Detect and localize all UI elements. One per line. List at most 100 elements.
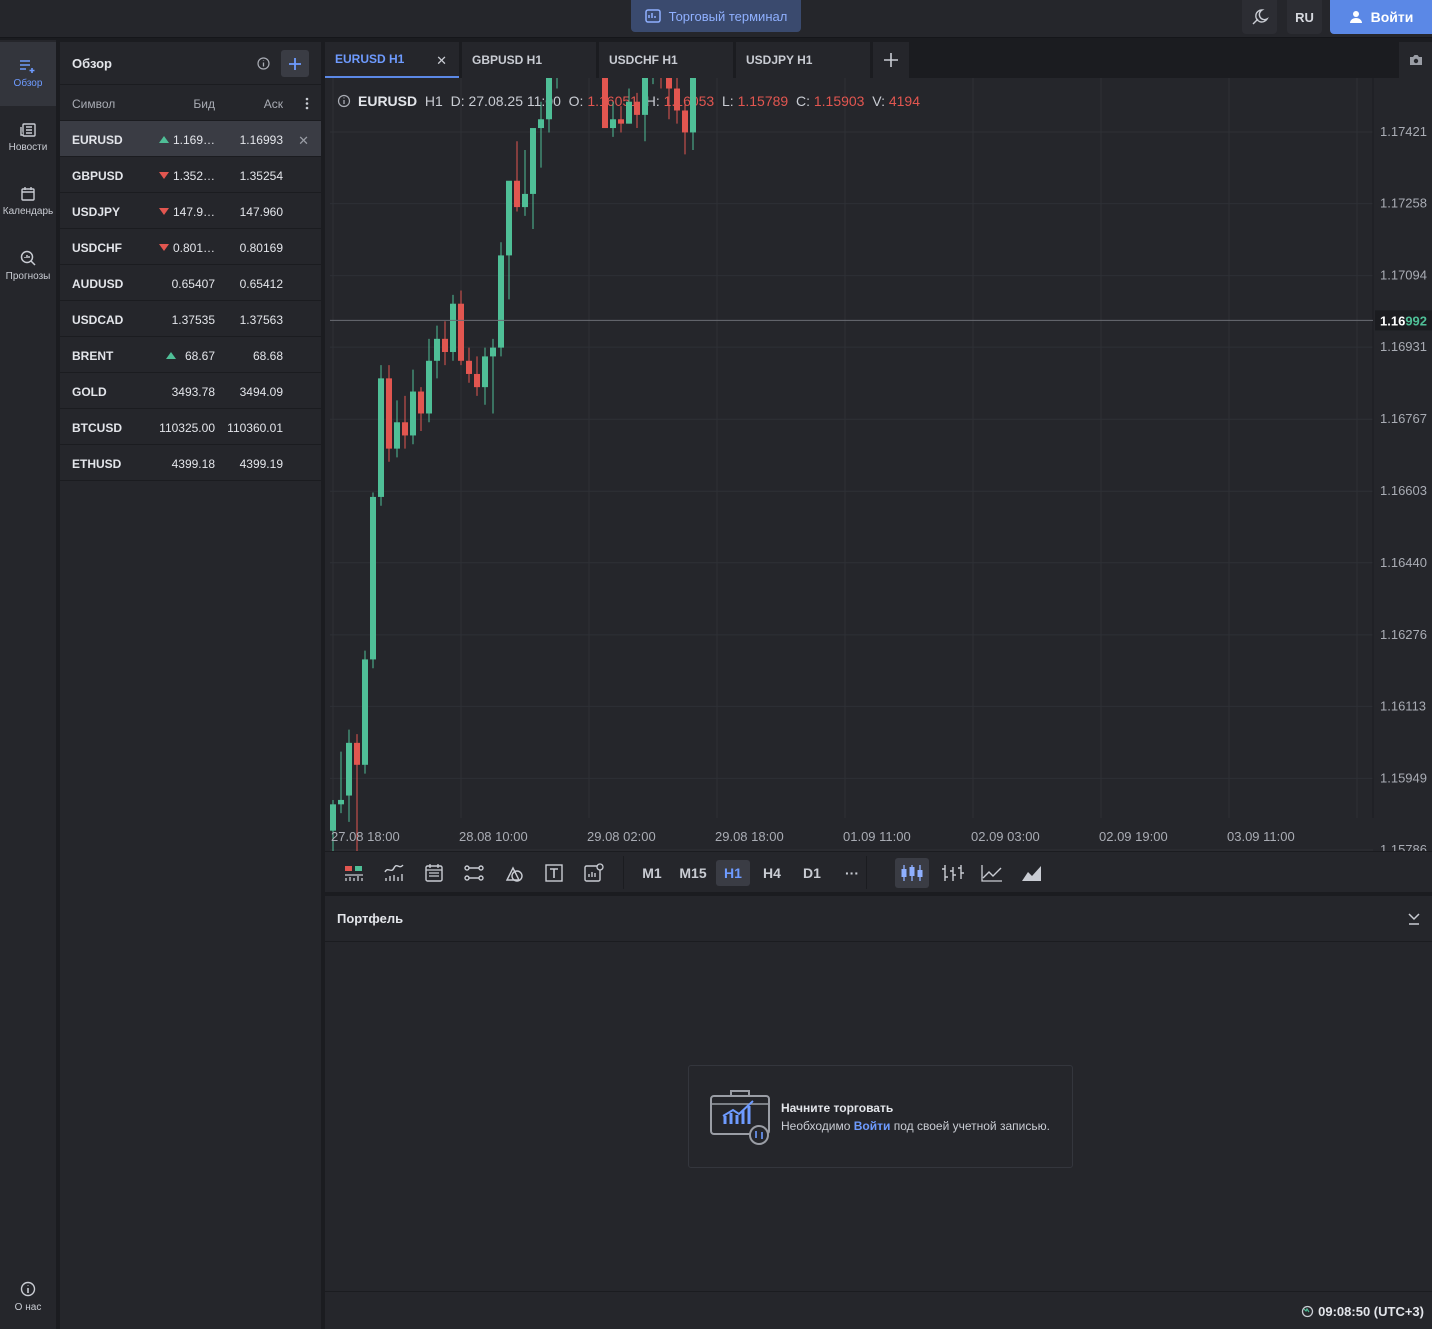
text-tool-icon[interactable] [543, 862, 565, 884]
timeframe-button[interactable]: H1 [716, 860, 750, 886]
tab-gbpusd[interactable]: GBPUSD H1 [462, 42, 596, 78]
candlestick-chart[interactable]: EURUSD H1 D: 27.08.25 11:00 O: 1.16051 H… [325, 0, 1432, 891]
watchlist-row[interactable]: GBPUSD 1.352… 1.35254 [60, 157, 321, 193]
rail-item-overview[interactable]: Обзор [0, 42, 56, 106]
timeframe-button[interactable]: M15 [673, 860, 713, 886]
y-tick-label: 1.16113 [1380, 698, 1426, 713]
login-link[interactable]: Войти [854, 1119, 891, 1133]
row-ask: 1.16993 [239, 133, 283, 147]
watchlist-title: Обзор [72, 55, 112, 71]
candle-body [466, 360, 472, 374]
candle-body [506, 180, 512, 256]
y-tick-label: 1.16276 [1380, 627, 1427, 642]
watchlist-row[interactable]: BTCUSD 110325.00 110360.01 [60, 409, 321, 445]
candle-body [610, 119, 616, 129]
ohlc-part: 1.15903 [810, 93, 865, 109]
toolbar-divider [623, 856, 624, 889]
candle-body [442, 338, 448, 353]
y-tick-label: 1.16767 [1380, 411, 1427, 426]
rail-item-news[interactable]: Новости [0, 106, 56, 170]
candle-body [386, 378, 392, 449]
row-symbol: USDJPY [72, 205, 121, 219]
tab-label: EURUSD H1 [335, 52, 405, 66]
events-icon[interactable] [423, 862, 445, 884]
language-button[interactable]: RU [1287, 0, 1322, 34]
watchlist-row[interactable]: USDCAD 1.37535 1.37563 [60, 301, 321, 337]
row-symbol: BRENT [72, 349, 114, 363]
watchlist-row[interactable]: USDJPY 147.9… 147.960 [60, 193, 321, 229]
candle-body [402, 422, 408, 436]
tab-usdjpy[interactable]: USDJPY H1 [736, 42, 870, 78]
timeframe-button[interactable]: ··· [835, 860, 869, 886]
list-plus-icon [20, 60, 35, 73]
watchlist-row[interactable]: AUDUSD 0.65407 0.65412 [60, 265, 321, 301]
arrow-up-icon [158, 136, 169, 143]
close-icon[interactable]: ✕ [298, 133, 309, 149]
ohlc-part: 4194 [885, 93, 920, 109]
candle-body [474, 373, 480, 388]
chart-panel[interactable]: EURUSD H1 D: 27.08.25 11:00 O: 1.16051 H… [325, 0, 1432, 892]
current-price-main: 1.16 [1380, 313, 1405, 328]
column-bid: Бид [193, 97, 215, 111]
portfolio-title: Портфель [337, 911, 404, 926]
trend-line-icon[interactable] [463, 862, 485, 884]
watchlist-rows: EURUSD 1.169… 1.16993 ✕ GBPUSD 1.352… 1.35254 U… [60, 121, 321, 481]
add-symbol-button[interactable] [281, 50, 309, 77]
watchlist-row[interactable]: BRENT 68.67 68.68 [60, 337, 321, 373]
trading-terminal-button[interactable]: Торговый терминал [631, 0, 801, 32]
watchlist-row[interactable]: EURUSD 1.169… 1.16993 ✕ [60, 121, 321, 157]
calendar-icon [21, 187, 35, 201]
plus-icon [884, 53, 898, 67]
line-type-button[interactable] [975, 858, 1009, 888]
row-ask: 1.37563 [239, 313, 283, 327]
watchlist-row[interactable]: USDCHF 0.801… 0.80169 [60, 229, 321, 265]
login-button[interactable]: Войти [1330, 0, 1432, 34]
user-icon [1349, 11, 1362, 23]
y-tick-label: 1.17094 [1380, 268, 1427, 283]
timeframe-button[interactable]: M1 [635, 860, 669, 886]
row-bid: 68.67 [184, 349, 215, 363]
area-type-button[interactable] [1015, 858, 1049, 888]
x-tick-label: 29.08 18:00 [715, 829, 784, 844]
volume-icon[interactable] [383, 862, 405, 884]
more-vertical-icon[interactable] [305, 97, 309, 110]
rail-item-calendar[interactable]: Календарь [0, 170, 56, 234]
row-ask: 1.35254 [239, 169, 283, 183]
collapse-icon[interactable] [1408, 912, 1420, 925]
theme-toggle-button[interactable] [1242, 0, 1277, 34]
indicators-icon[interactable] [343, 862, 365, 884]
row-symbol: AUDUSD [72, 277, 124, 291]
arrow-up-icon [165, 352, 176, 359]
timeframe-button[interactable]: H4 [755, 860, 789, 886]
login-label: Войти [1370, 9, 1414, 25]
candle-body [538, 119, 544, 129]
tab-label: USDJPY H1 [746, 53, 813, 67]
screenshot-button[interactable] [1399, 42, 1432, 78]
tab-usdchf[interactable]: USDCHF H1 [599, 42, 733, 78]
empty-title: Начните торговать [781, 1101, 894, 1115]
candle-body [674, 88, 680, 111]
tab-eurusd[interactable]: EURUSD H1 ✕ [325, 42, 459, 78]
candles-type-button[interactable] [895, 858, 929, 888]
row-symbol: ETHUSD [72, 457, 122, 471]
row-ask: 3494.09 [239, 385, 283, 399]
watchlist-row[interactable]: GOLD 3493.78 3494.09 [60, 373, 321, 409]
timeframe-button[interactable]: D1 [795, 860, 829, 886]
rail-item-forecasts[interactable]: Прогнозы [0, 234, 56, 298]
candle-body [522, 193, 528, 208]
info-icon[interactable] [257, 57, 270, 70]
rail-item-about[interactable]: О нас [0, 1265, 56, 1329]
terminal-icon [644, 9, 661, 23]
add-tab-button[interactable] [873, 42, 909, 78]
bars-type-button[interactable] [935, 858, 969, 888]
candle-body [690, 66, 696, 133]
shapes-icon[interactable] [503, 862, 525, 884]
close-icon[interactable]: ✕ [436, 53, 447, 69]
candle-body [426, 360, 432, 414]
candle-body [458, 303, 464, 361]
candle-body [362, 659, 368, 765]
chart-settings-icon[interactable] [583, 862, 605, 884]
candle-body [530, 128, 536, 194]
watchlist-row[interactable]: ETHUSD 4399.18 4399.19 [60, 445, 321, 481]
clock-text: 09:08:50 (UTC+3) [1318, 1304, 1424, 1319]
